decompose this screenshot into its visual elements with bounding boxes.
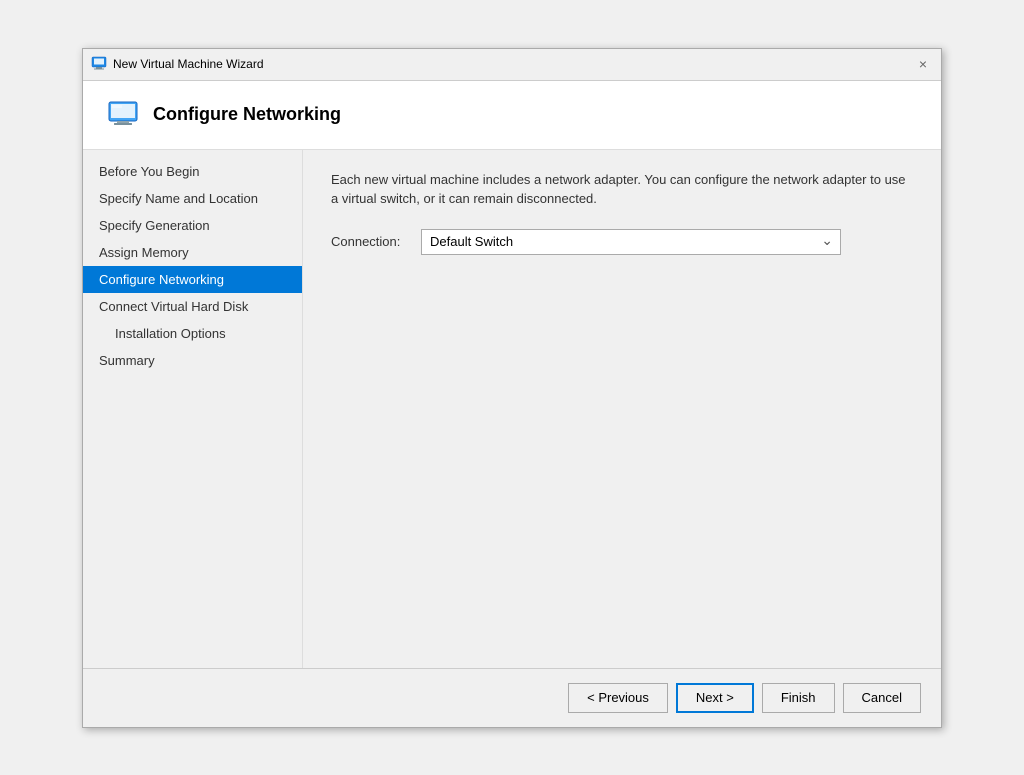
connection-select[interactable]: Default Switch Not Connected bbox=[421, 229, 841, 255]
sidebar: Before You Begin Specify Name and Locati… bbox=[83, 150, 303, 668]
connection-select-wrapper: Default Switch Not Connected bbox=[421, 229, 841, 255]
close-button[interactable]: × bbox=[913, 55, 933, 73]
next-button[interactable]: Next > bbox=[676, 683, 754, 713]
connection-label: Connection: bbox=[331, 234, 421, 249]
sidebar-item-networking[interactable]: Configure Networking bbox=[83, 266, 302, 293]
wizard-window: New Virtual Machine Wizard × Configure N… bbox=[82, 48, 942, 728]
header-network-icon bbox=[107, 99, 139, 131]
connection-row: Connection: Default Switch Not Connected bbox=[331, 229, 913, 255]
finish-button[interactable]: Finish bbox=[762, 683, 835, 713]
header-section: Configure Networking bbox=[83, 81, 941, 150]
sidebar-item-name-location[interactable]: Specify Name and Location bbox=[83, 185, 302, 212]
window-icon bbox=[91, 56, 107, 72]
footer: < Previous Next > Finish Cancel bbox=[83, 668, 941, 727]
sidebar-item-installation-options[interactable]: Installation Options bbox=[83, 320, 302, 347]
sidebar-item-before-you-begin[interactable]: Before You Begin bbox=[83, 158, 302, 185]
titlebar: New Virtual Machine Wizard × bbox=[83, 49, 941, 81]
page-title: Configure Networking bbox=[153, 104, 341, 125]
sidebar-item-memory[interactable]: Assign Memory bbox=[83, 239, 302, 266]
window-title: New Virtual Machine Wizard bbox=[113, 57, 913, 71]
cancel-button[interactable]: Cancel bbox=[843, 683, 921, 713]
description-text: Each new virtual machine includes a netw… bbox=[331, 170, 911, 209]
content-area: Before You Begin Specify Name and Locati… bbox=[83, 150, 941, 668]
main-content: Each new virtual machine includes a netw… bbox=[303, 150, 941, 668]
sidebar-item-summary[interactable]: Summary bbox=[83, 347, 302, 374]
previous-button[interactable]: < Previous bbox=[568, 683, 668, 713]
sidebar-item-generation[interactable]: Specify Generation bbox=[83, 212, 302, 239]
sidebar-item-hard-disk[interactable]: Connect Virtual Hard Disk bbox=[83, 293, 302, 320]
